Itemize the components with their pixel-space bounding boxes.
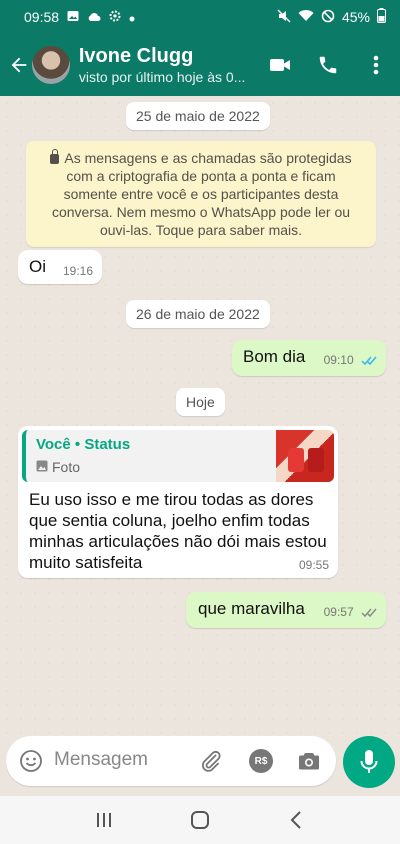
date-separator: 26 de maio de 2022 <box>126 300 270 328</box>
status-thumbnail <box>276 430 334 482</box>
chat-header: Ivone Clugg visto por último hoje às 0..… <box>0 34 400 96</box>
message-text: Eu uso isso e me tirou todas as dores qu… <box>29 490 327 572</box>
status-bar: 09:58 45% <box>0 0 400 34</box>
back-icon[interactable] <box>276 800 316 840</box>
battery-icon <box>377 8 386 26</box>
message-text: Oi <box>29 257 46 276</box>
message-time: 09:57 <box>323 605 354 619</box>
system-nav-bar <box>0 796 400 844</box>
last-seen-status: visto por último hoje às 0... <box>78 69 246 85</box>
message-list[interactable]: 25 de maio de 2022 As mensagens e as cha… <box>0 96 400 736</box>
mute-icon <box>277 8 291 26</box>
phone-icon[interactable] <box>304 41 352 89</box>
message-time: 09:10 <box>323 353 354 367</box>
camera-icon[interactable] <box>296 748 322 774</box>
image-icon <box>67 9 79 25</box>
mic-button[interactable] <box>343 736 395 788</box>
encryption-notice-text: As mensagens e as chamadas são protegida… <box>51 150 352 238</box>
contact-name: Ivone Clugg <box>78 45 194 67</box>
payment-icon[interactable]: R$ <box>248 748 274 774</box>
contact-avatar[interactable] <box>31 45 71 85</box>
incoming-message-with-reply[interactable]: Você • Status Foto Eu uso isso e me tiro… <box>18 426 338 578</box>
battery-percent: 45% <box>341 9 370 25</box>
status-time: 09:58 <box>24 9 60 25</box>
encryption-notice[interactable]: As mensagens e as chamadas são protegida… <box>26 141 376 247</box>
video-call-icon[interactable] <box>256 41 304 89</box>
home-icon[interactable] <box>180 800 220 840</box>
more-vert-icon[interactable] <box>352 41 400 89</box>
wifi-icon <box>298 9 314 25</box>
message-input[interactable]: Mensagem R$ <box>6 736 336 786</box>
reply-title: Você • Status <box>36 436 131 453</box>
photo-icon <box>36 459 48 475</box>
mic-icon <box>360 750 378 773</box>
reply-media-label: Foto <box>52 459 81 475</box>
contact-info[interactable]: Ivone Clugg visto por último hoje às 0..… <box>79 44 256 86</box>
delivered-ticks-icon <box>361 607 378 621</box>
message-time: 19:16 <box>62 264 93 278</box>
read-ticks-icon <box>361 355 378 369</box>
outgoing-message[interactable]: que maravilha 09:57 <box>186 592 386 628</box>
settings-icon <box>109 9 121 25</box>
message-placeholder: Mensagem <box>54 749 148 770</box>
back-arrow-icon[interactable] <box>2 45 35 85</box>
quoted-status-reply[interactable]: Você • Status Foto <box>22 430 334 482</box>
message-composer: Mensagem R$ <box>0 736 400 790</box>
date-separator: Hoje <box>176 388 225 416</box>
incoming-message[interactable]: Oi 19:16 <box>18 250 102 284</box>
message-text: que maravilha <box>198 599 305 618</box>
dot-icon <box>129 9 135 25</box>
lock-icon <box>50 149 60 164</box>
outgoing-message[interactable]: Bom dia 09:10 <box>232 340 386 376</box>
emoji-icon[interactable] <box>18 748 44 774</box>
attach-icon[interactable] <box>198 748 224 774</box>
message-time: 09:55 <box>298 558 329 572</box>
date-separator: 25 de maio de 2022 <box>126 102 270 130</box>
recent-apps-icon[interactable] <box>84 800 124 840</box>
message-text: Bom dia <box>243 347 306 366</box>
cloud-icon <box>87 9 101 25</box>
do-not-disturb-icon <box>321 9 335 26</box>
